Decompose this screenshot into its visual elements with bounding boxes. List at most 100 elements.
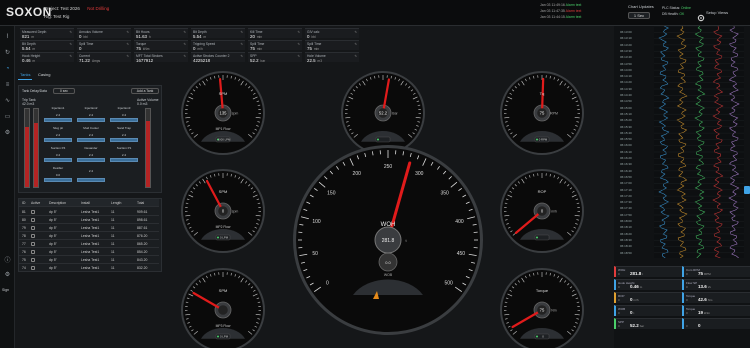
metric-cell[interactable]: Bit Hours 51.63 h ✎ [134, 28, 188, 39]
active-checkbox[interactable] [31, 226, 35, 230]
folder-icon[interactable]: ▭ [4, 114, 11, 121]
tank-item[interactable]: 2.4 [76, 166, 106, 184]
g2-gauge: 52.2 Bar [341, 71, 425, 155]
edit-icon[interactable]: ✎ [183, 42, 186, 46]
table-row[interactable]: 78 dp 5" Lesha Test1 11 876.20 [19, 232, 159, 240]
gear-icon[interactable]: ⚙ [4, 272, 11, 279]
metric-cell[interactable]: Spill Time 0 ✎ [77, 40, 131, 51]
metric-cell[interactable]: MFT Total Strokes 1677912 ✎ [134, 52, 188, 63]
tank-item[interactable]: Suction P4 3.4 [43, 146, 73, 164]
info-icon[interactable]: ⓘ [4, 258, 11, 265]
gauge-icon[interactable]: ◔ [4, 66, 11, 73]
metric-cell[interactable]: SPP 52.2 bar ✎ [248, 52, 302, 63]
edit-icon[interactable]: ✎ [354, 54, 357, 58]
trend-value-cell[interactable]: Torque 0 42.6Nm [682, 292, 750, 303]
edit-icon[interactable]: ✎ [240, 30, 243, 34]
trend-value-cell[interactable]: 0 0 [682, 318, 750, 329]
edit-icon[interactable]: ✎ [354, 42, 357, 46]
tank-item[interactable]: Injection1 2.4 [43, 106, 73, 124]
edit-icon[interactable]: ✎ [297, 30, 300, 34]
chart-icon[interactable]: ⌇ [4, 34, 11, 41]
tank-item[interactable]: Suction P1 2.4 [109, 146, 139, 164]
trend-value-cell[interactable]: Cum RPM 0 75RPM [682, 266, 750, 277]
table-row[interactable]: 75 dp 5" Lesha Test1 11 843.20 [19, 256, 159, 264]
active-checkbox[interactable] [31, 266, 35, 270]
time-label: 06:14:00 [620, 67, 632, 72]
trend-value-cell[interactable]: Flow SP 0 13.6t/s [682, 279, 750, 290]
table-row[interactable]: 76 dp 5" Lesha Test1 11 854.20 [19, 248, 159, 256]
metric-cell[interactable]: Spill Time 75 min ✎ [248, 40, 302, 51]
active-checkbox[interactable] [31, 218, 35, 222]
active-checkbox[interactable] [31, 258, 35, 262]
tank-item[interactable]: Slug pit 2.4 [43, 126, 73, 144]
table-row[interactable]: 74 dp 5" Lesha Test1 11 832.20 [19, 264, 159, 272]
table-row[interactable]: 77 dp 5" Lesha Test1 11 865.20 [19, 240, 159, 248]
active-checkbox[interactable] [31, 234, 35, 238]
edit-icon[interactable]: ✎ [297, 54, 300, 58]
active-checkbox[interactable] [31, 250, 35, 254]
edit-icon[interactable]: ✎ [183, 30, 186, 34]
metric-cell[interactable]: Tripping Speed 0 m/h ✎ [191, 40, 245, 51]
tank-item[interactable]: Sand Trap 2.4 [109, 126, 139, 144]
tab-tanks[interactable]: Tanks [20, 72, 30, 77]
metric-cell[interactable]: Bit Depth 5.54 m ✎ [191, 28, 245, 39]
settings-icon[interactable]: ⚙ [4, 130, 11, 137]
table-row[interactable]: 81 dp 5" Lesha Test1 11 909.61 [19, 208, 159, 216]
edit-icon[interactable]: ✎ [69, 30, 72, 34]
edit-icon[interactable]: ✎ [126, 54, 129, 58]
trend-icon[interactable]: ∿ [4, 98, 11, 105]
sign-label[interactable]: Sign [2, 288, 9, 292]
metric-cell[interactable]: Current 71.22 Amps ✎ [77, 52, 131, 63]
layers-icon[interactable]: ≡ [4, 82, 11, 89]
trip-tank-value: 42.0 m3 [22, 102, 35, 106]
metric-cell[interactable]: Active Strokes Counter 2 4225218 ✎ [191, 52, 245, 63]
trend-value-cell[interactable]: Torque 0 19kNm [682, 305, 750, 316]
tank-item[interactable]: Desilter 0.0 [43, 166, 73, 184]
panel-toggle-button[interactable] [744, 186, 750, 194]
metric-cell[interactable]: Measured Depth 821 m ✎ [20, 28, 74, 39]
trend-value-cell[interactable]: WOH 0 281.8t [614, 266, 682, 277]
table-row[interactable]: 80 dp 5" Lesha Test1 11 898.61 [19, 216, 159, 224]
metric-cell[interactable]: Hook Height 0.46 m ✎ [20, 52, 74, 63]
edit-icon[interactable]: ✎ [240, 42, 243, 46]
metric-cell[interactable]: Spill Time 75 min ✎ [305, 40, 359, 51]
trend-value-cell[interactable]: ROP 0 0m/h [614, 292, 682, 303]
tank-delay-select[interactable]: 0 sec [53, 88, 75, 94]
metric-cell[interactable]: Annulus Volume 0 bbl ✎ [77, 28, 131, 39]
alarm-list[interactable]: Jan 03 11:49:16 Alarm text Jan 03 11:47:… [540, 3, 620, 21]
history-icon[interactable]: ↻ [4, 50, 11, 57]
edit-icon[interactable]: ✎ [297, 42, 300, 46]
table-row[interactable]: 79 dp 5" Lesha Test1 11 887.61 [19, 224, 159, 232]
edit-icon[interactable]: ✎ [69, 54, 72, 58]
metric-cell[interactable]: Bit Depth 5.54 m ✎ [20, 40, 74, 51]
metric-cell[interactable]: Kill Time 20 min ✎ [248, 28, 302, 39]
add-tank-button[interactable]: Add a Tank [131, 88, 159, 94]
trend-value-cell[interactable]: SPP 0 52.2bar [614, 318, 682, 329]
active-checkbox[interactable] [31, 242, 35, 246]
edit-icon[interactable]: ✎ [126, 30, 129, 34]
alarm-item[interactable]: Jan 03 11:44:15 Alarm text [540, 15, 620, 21]
trend-values: WOH 0 281.8t Cum RPM 0 75RPM Hook Height 0… [614, 266, 750, 348]
time-label: 06:13:30 [620, 48, 632, 53]
setup-views-button[interactable]: Setup Views [706, 10, 728, 15]
tank-item[interactable]: Mud Cooler 2.4 [76, 126, 106, 144]
wob-label: WOB [384, 273, 393, 277]
tank-item[interactable]: Desander 2.4 [76, 146, 106, 164]
tab-casing[interactable]: Casing [38, 72, 50, 77]
edit-icon[interactable]: ✎ [126, 42, 129, 46]
edit-icon[interactable]: ✎ [240, 54, 243, 58]
g3-gauge: Tq 75 RPM 0 RPM [500, 71, 584, 155]
chart-updates-select[interactable]: 1 Sec [628, 12, 650, 19]
tank-item[interactable]: Injection3 3.4 [109, 106, 139, 124]
edit-icon[interactable]: ✎ [69, 42, 72, 46]
edit-icon[interactable]: ✎ [183, 54, 186, 58]
gear-icon[interactable] [697, 9, 705, 22]
metric-cell[interactable]: Hole Volume 22.5 m3 ✎ [305, 52, 359, 63]
tank-item[interactable]: Injection2 2.4 [76, 106, 106, 124]
metric-cell[interactable]: Torque 75 kNm ✎ [134, 40, 188, 51]
trend-value-cell[interactable]: WOB 0 0t [614, 305, 682, 316]
active-checkbox[interactable] [31, 210, 35, 214]
metric-cell[interactable]: GIV calc 0 bbl ✎ [305, 28, 359, 39]
trend-value-cell[interactable]: Hook Height 0 0.46m [614, 279, 682, 290]
edit-icon[interactable]: ✎ [354, 30, 357, 34]
